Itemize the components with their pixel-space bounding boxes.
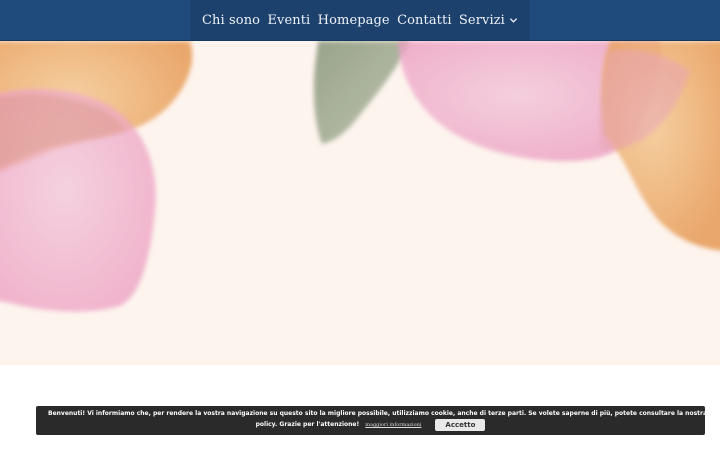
main-menu: Chi sono Eventi Homepage Contatti Serviz… bbox=[190, 0, 530, 40]
cookie-consent-banner: Benvenuti! Vi informiamo che, per render… bbox=[36, 406, 720, 435]
chevron-down-icon bbox=[509, 16, 518, 25]
more-info-link[interactable]: maggiori informazioni bbox=[365, 419, 421, 431]
nav-label: Eventi bbox=[267, 12, 311, 28]
nav-label: Contatti bbox=[397, 12, 452, 28]
watercolor-decoration bbox=[0, 41, 720, 312]
hero-watercolor-banner bbox=[0, 41, 720, 365]
nav-label: Homepage bbox=[317, 12, 390, 28]
nav-link-servizi[interactable]: Servizi bbox=[459, 13, 518, 28]
nav-label: Chi sono bbox=[202, 12, 261, 28]
nav-link-contatti[interactable]: Contatti bbox=[397, 13, 452, 28]
cookie-text-line1: Benvenuti! Vi informiamo che, per render… bbox=[48, 410, 720, 417]
accept-cookies-button[interactable]: Accetto bbox=[435, 419, 486, 431]
green-watercolor-leaf bbox=[313, 41, 410, 144]
top-navigation-bar: Chi sono Eventi Homepage Contatti Serviz… bbox=[0, 0, 720, 41]
nav-link-chi-sono[interactable]: Chi sono bbox=[202, 13, 260, 28]
cookie-text-line2: policy. Grazie per l'attenzione! bbox=[255, 421, 360, 428]
nav-label: Servizi bbox=[458, 12, 505, 28]
nav-link-eventi[interactable]: Eventi bbox=[267, 13, 310, 28]
nav-link-homepage[interactable]: Homepage bbox=[318, 13, 390, 28]
cookie-text-line2-row: policy. Grazie per l'attenzione! maggior… bbox=[48, 419, 693, 431]
